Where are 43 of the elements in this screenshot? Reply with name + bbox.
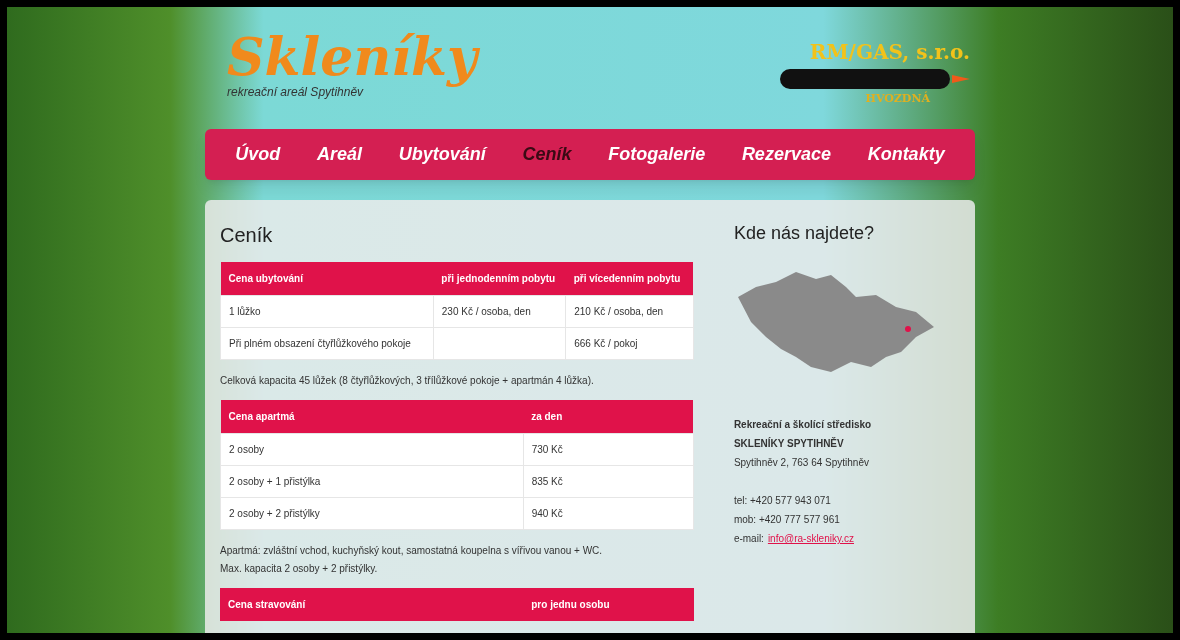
email-label: e-mail:	[733, 532, 764, 546]
logo-subtitle: rekreační areál Spytihněv	[227, 85, 364, 101]
table-cell: 1 lůžko	[220, 295, 434, 328]
info-text: Celková kapacita 45 lůžek (8 čtyřlůžkových, 3 třílůžkové pokoje + apartmán 4 lůžka).	[220, 374, 595, 388]
nav-link[interactable]: Rezervace	[741, 141, 831, 168]
info-text: Max. kapacita 2 osoby + 2 přistýlky.	[220, 562, 379, 576]
nav-link[interactable]: Úvod	[235, 141, 281, 168]
nav-link[interactable]: Ubytování	[398, 141, 486, 168]
nav-link[interactable]: Ceník	[522, 141, 572, 168]
address-text: Spytihněv 2, 763 64 Spytihněv	[733, 456, 869, 470]
nav-link[interactable]: Areál	[317, 141, 363, 168]
table-cell: 940 Kč	[523, 497, 694, 530]
table-header-cell: Cena apartmá	[220, 400, 524, 434]
info-text: Apartmá: zvláštní vchod, kuchyňský kout, samostatná koupelna s vířivou vanou + WC.	[220, 544, 604, 558]
mobile-text: mob: +420 777 577 961	[733, 513, 840, 527]
table-header-cell: Cena ubytování	[220, 262, 434, 296]
table-cell: 730 Kč	[523, 433, 694, 466]
pipe-icon	[780, 67, 970, 91]
partner-logo-subtitle: HVOZDNÁ	[865, 91, 930, 107]
nav-link[interactable]: Fotogalerie	[608, 141, 706, 168]
table-cell: 2 osoby + 1 přistýlka	[220, 465, 524, 498]
table-header-cell: při vícedenním pobytu	[565, 262, 694, 296]
phone-text: tel: +420 577 943 071	[733, 494, 831, 508]
table-header-cell: Cena stravování	[220, 588, 524, 621]
org-name: SKLENÍKY SPYTIHNĚV	[733, 436, 844, 451]
page-heading: Ceník	[220, 223, 274, 248]
partner-logo-title: RM/GAS, s.r.o.	[809, 39, 970, 66]
table-header-cell: při jednodenním pobytu	[433, 262, 566, 296]
table-cell: 230 Kč / osoba, den	[433, 295, 566, 328]
table-cell: 2 osoby + 2 přistýlky	[220, 497, 524, 530]
table-cell: 2 osoby	[220, 433, 524, 466]
table-cell: 210 Kč / osoba, den	[565, 295, 694, 328]
logo[interactable]: Skleníky rekreační areál Spytihněv	[227, 27, 478, 101]
table-cell: 835 Kč	[523, 465, 694, 498]
table-header-cell: za den	[523, 400, 694, 434]
table-cell: Při plném obsazení čtyřlůžkového pokoje	[220, 327, 434, 360]
logo-title: Skleníky	[227, 27, 478, 87]
email-link[interactable]: info@ra-skleniky.cz	[767, 529, 854, 548]
table-header-cell: pro jednu osobu	[523, 588, 694, 621]
sidebar-heading: Kde nás najdete?	[733, 222, 875, 245]
org-text: Rekreační a školící středisko	[733, 418, 872, 432]
nav-link[interactable]: Kontakty	[867, 141, 945, 168]
table-cell: 666 Kč / pokoj	[565, 327, 694, 360]
